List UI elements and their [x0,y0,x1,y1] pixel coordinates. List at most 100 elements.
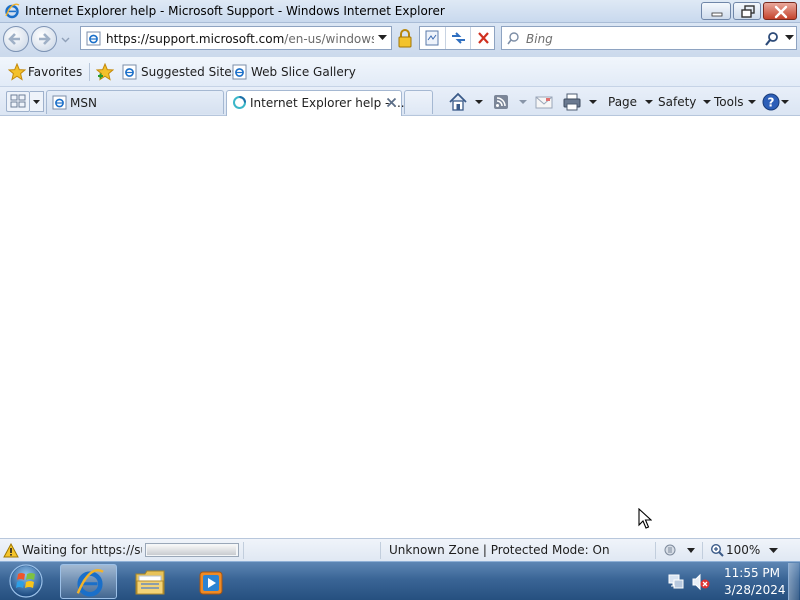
divider [655,542,656,559]
url-path: /en-us/windows/in [284,32,374,46]
window-title: Internet Explorer help - Microsoft Suppo… [25,4,445,18]
tab-list-button[interactable] [30,91,44,112]
mail-icon [535,96,553,109]
internet-explorer-icon [5,3,20,19]
restore-button[interactable] [733,2,761,20]
favorites-star-icon [8,63,26,81]
help-dropdown-icon [781,100,789,104]
tools-dropdown-icon [748,100,756,104]
lock-icon[interactable] [394,26,416,50]
web-slice-gallery-link[interactable]: Web Slice Gallery [231,63,356,81]
safety-menu[interactable]: Safety [658,92,711,112]
close-icon [774,5,788,19]
page-menu-label: Page [608,95,638,109]
new-tab-button[interactable] [404,90,433,114]
search-icon[interactable] [764,31,780,47]
suggested-sites-label: Suggested Sites [141,65,238,79]
search-provider-icon [507,32,519,45]
taskbar-windows-media-player[interactable] [182,564,239,599]
warning-icon [3,543,19,558]
divider [243,542,244,559]
feeds-icon [494,95,508,109]
manage-add-ons-button[interactable] [663,542,697,559]
tab-msn[interactable]: MSN [46,90,224,114]
feeds-button[interactable] [492,92,528,112]
tools-menu-label: Tools [714,95,744,109]
quick-tabs-button[interactable] [6,91,30,112]
add-ons-icon [664,544,695,556]
progress-fill [147,545,237,555]
taskbar: 11:55 PM 3/28/2024 [0,561,800,600]
print-dropdown-icon[interactable] [589,100,597,104]
security-zone[interactable]: Unknown Zone | Protected Mode: On [389,543,610,557]
read-mail-button[interactable] [535,92,553,112]
stop-icon [478,32,489,44]
address-input[interactable]: https://support.microsoft.com/en-us/wind… [106,32,374,46]
media-player-icon [199,571,223,595]
progress-bar [145,543,239,557]
add-to-favorites-icon [96,63,114,81]
search-options-dropdown-icon[interactable] [785,35,794,41]
minimize-icon [711,12,723,17]
internet-explorer-icon [76,569,104,597]
web-page-content[interactable] [0,116,800,538]
page-menu[interactable]: Page [608,92,653,112]
svg-text:?: ? [768,96,775,110]
tab-label: Internet Explorer help - ... [250,96,405,110]
system-tray: 11:55 PM 3/28/2024 [660,562,788,600]
volume-muted-icon[interactable] [691,573,711,591]
printer-icon [563,93,581,111]
windows-start-icon [9,564,43,598]
close-tab-icon[interactable] [386,97,397,108]
clock-date[interactable]: 3/28/2024 [724,583,786,597]
compatibility-view-button[interactable] [420,27,445,49]
network-icon[interactable] [667,573,685,591]
compatibility-view-icon [425,30,439,46]
url-host: https://support.microsoft.com [106,32,285,46]
search-input[interactable]: Bing [526,32,553,46]
help-menu[interactable]: ? [762,92,790,112]
tab-label: MSN [70,96,97,110]
close-button[interactable] [763,2,797,20]
divider [380,542,381,559]
tools-menu[interactable]: Tools [714,92,756,112]
tab-internet-explorer-help[interactable]: Internet Explorer help - ... [226,90,405,116]
divider [89,63,90,81]
suggested-sites-link[interactable]: Suggested Sites [121,63,238,81]
quick-tabs-icon [10,94,26,108]
taskbar-windows-explorer[interactable] [122,564,179,599]
refresh-button[interactable] [445,27,470,49]
navigation-bar: https://support.microsoft.com/en-us/wind… [0,23,800,57]
home-button[interactable] [448,92,484,112]
zoom-icon [710,543,724,557]
feeds-dropdown-icon[interactable] [519,100,527,104]
page-icon [86,31,101,46]
title-bar[interactable]: Internet Explorer help - Microsoft Suppo… [0,0,800,23]
help-icon: ? [762,93,780,111]
web-slice-gallery-label: Web Slice Gallery [251,65,356,79]
address-bar[interactable]: https://support.microsoft.com/en-us/wind… [80,26,392,50]
print-button[interactable] [562,92,598,112]
search-box[interactable]: Bing [501,26,797,50]
zoom-dropdown-icon [769,548,778,553]
minimize-button[interactable] [701,2,731,20]
add-to-favorites-bar-button[interactable] [96,63,114,81]
show-desktop-button[interactable] [788,563,799,600]
clock-time[interactable]: 11:55 PM [724,566,780,580]
folder-icon [135,570,165,595]
home-dropdown-icon[interactable] [475,100,483,104]
zoom-level-button[interactable]: 100% [710,542,780,559]
favorites-button[interactable]: Favorites [8,63,82,81]
address-dropdown-icon[interactable] [378,35,387,41]
back-button[interactable] [3,26,29,52]
forward-button[interactable] [31,26,57,52]
mouse-cursor-icon [638,508,652,529]
recent-pages-dropdown-icon[interactable] [61,35,70,44]
start-button[interactable] [6,563,46,599]
stop-button[interactable] [470,27,495,49]
page-dropdown-icon [645,100,653,104]
home-icon [449,92,467,111]
taskbar-internet-explorer[interactable] [60,564,117,599]
favorites-bar: Favorites Suggested Sites Web Slice Gall… [0,57,800,87]
ie-page-icon [122,64,137,80]
